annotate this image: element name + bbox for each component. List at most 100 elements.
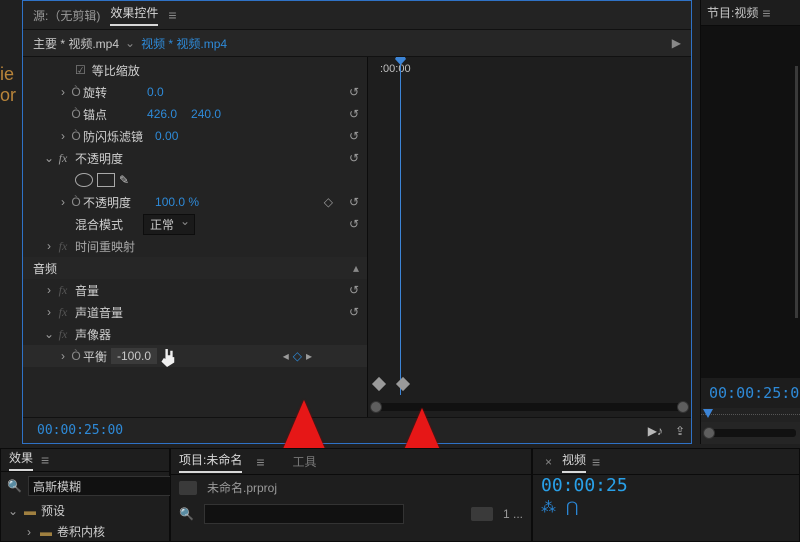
stopwatch-icon[interactable]: Ò: [69, 107, 83, 121]
ellipse-mask-icon[interactable]: [75, 173, 93, 187]
effect-controls-footer: 00:00:25:00 ▶♪ ⇪: [23, 417, 691, 443]
keyframe-marker[interactable]: [372, 377, 386, 391]
panel-menu-icon[interactable]: ≡: [41, 452, 49, 468]
sequence-clip-label[interactable]: 视频 * 视频.mp4: [141, 35, 227, 52]
convolution-folder[interactable]: › ▬ 卷积内核: [1, 521, 169, 542]
zoom-handle-left[interactable]: [703, 427, 715, 439]
blend-dropdown[interactable]: 正常: [143, 214, 195, 235]
sequence-timecode[interactable]: 00:00:25: [533, 475, 799, 496]
twirl-icon[interactable]: ›: [23, 525, 35, 539]
tab-source[interactable]: 源:（无剪辑): [33, 7, 100, 24]
keyframe-marker[interactable]: [396, 377, 410, 391]
twirl-open-icon[interactable]: ⌄: [43, 327, 55, 341]
zoom-handle-right[interactable]: [677, 401, 689, 413]
stopwatch-icon[interactable]: Ò: [69, 129, 83, 143]
close-tab-icon[interactable]: ×: [541, 455, 556, 469]
reset-icon[interactable]: ↺: [349, 129, 359, 143]
program-playhead[interactable]: [703, 409, 713, 418]
twirl-icon[interactable]: ›: [57, 129, 69, 143]
twirl-icon[interactable]: ›: [43, 239, 55, 253]
twirl-icon[interactable]: ›: [57, 195, 69, 209]
stopwatch-icon[interactable]: Ò: [69, 349, 83, 363]
caret-down-icon[interactable]: ⌄: [125, 36, 135, 50]
current-timecode[interactable]: 00:00:25:00: [29, 419, 131, 442]
panel-menu-icon[interactable]: ≡: [592, 454, 600, 470]
snap-icon[interactable]: ⁂: [541, 498, 556, 516]
rotation-value[interactable]: 0.0: [147, 85, 164, 99]
scrollbar[interactable]: [795, 66, 798, 318]
add-keyframe-icon[interactable]: ◇: [293, 349, 302, 363]
reset-icon[interactable]: ↺: [349, 305, 359, 319]
reset-icon[interactable]: ↺: [349, 85, 359, 99]
program-timecode[interactable]: 00:00:25:0: [701, 378, 800, 408]
fx-icon[interactable]: fx: [55, 151, 71, 166]
opacity-group-row[interactable]: ⌄ fx 不透明度 ↺: [23, 147, 367, 169]
tab-sequence[interactable]: 视频: [562, 451, 586, 473]
twirl-icon[interactable]: ›: [57, 349, 69, 363]
reset-icon[interactable]: ↺: [349, 283, 359, 297]
fx-disabled-icon[interactable]: fx: [55, 239, 71, 254]
time-remap-row[interactable]: › fx 时间重映射: [23, 235, 367, 257]
magnet-icon[interactable]: ⋂: [566, 498, 578, 516]
tab-effects[interactable]: 效果: [9, 449, 33, 471]
twirl-icon[interactable]: ›: [43, 283, 55, 297]
next-keyframe-icon[interactable]: ▸: [306, 349, 312, 363]
twirl-open-icon[interactable]: ⌄: [7, 504, 19, 518]
keyframe-navigator[interactable]: ◂ ◇ ▸: [283, 349, 312, 363]
program-zoom-bar[interactable]: [701, 422, 800, 444]
antiflicker-value[interactable]: 0.00: [155, 129, 178, 143]
effect-timeline[interactable]: :00:00: [368, 57, 691, 417]
anchor-x[interactable]: 426.0: [147, 107, 177, 121]
audio-header-label: 音频: [33, 260, 57, 277]
keyframe-toggle-icon[interactable]: ◇: [324, 195, 333, 209]
master-clip-label[interactable]: 主要 * 视频.mp4: [33, 35, 119, 52]
prev-keyframe-icon[interactable]: ◂: [283, 349, 289, 363]
effects-search-input[interactable]: [28, 476, 193, 496]
reset-icon[interactable]: ↺: [349, 107, 359, 121]
zoom-handle-left[interactable]: [370, 401, 382, 413]
reset-icon[interactable]: ↺: [349, 217, 359, 231]
presets-folder[interactable]: ⌄ ▬ 预设: [1, 500, 169, 521]
reset-icon[interactable]: ↺: [349, 195, 359, 209]
blend-label: 混合模式: [75, 216, 123, 233]
play-only-icon[interactable]: ▶: [672, 36, 681, 50]
fx-disabled-icon[interactable]: fx: [55, 305, 71, 320]
opacity-value[interactable]: 100.0 %: [155, 195, 199, 209]
project-search-input[interactable]: [204, 504, 404, 524]
rect-mask-icon[interactable]: [97, 173, 115, 187]
fx-disabled-icon[interactable]: fx: [55, 327, 71, 342]
panel-menu-icon[interactable]: ≡: [168, 7, 176, 23]
tab-tools[interactable]: 工具: [293, 453, 317, 470]
fx-disabled-icon[interactable]: fx: [55, 283, 71, 298]
project-panel: 项目:未命名 ≡ 工具 未命名.prproj 🔍 1 ...: [170, 448, 532, 542]
effect-controls-panel: 源:（无剪辑) 效果控件 ≡ 主要 * 视频.mp4 ⌄ 视频 * 视频.mp4…: [22, 0, 692, 444]
stopwatch-icon[interactable]: Ò: [69, 195, 83, 209]
checkbox-icon[interactable]: ☑: [75, 63, 86, 77]
pen-mask-icon[interactable]: ✎: [119, 173, 129, 187]
program-tab[interactable]: 节目:视频 ≡: [701, 0, 800, 26]
tab-project[interactable]: 项目:未命名: [179, 451, 242, 473]
panner-row[interactable]: ⌄ fx 声像器: [23, 323, 367, 345]
program-scrubber[interactable]: [701, 408, 800, 422]
channel-volume-row[interactable]: › fx 声道音量 ↺: [23, 301, 367, 323]
program-viewer[interactable]: [701, 26, 800, 378]
twirl-icon[interactable]: ›: [57, 85, 69, 99]
twirl-open-icon[interactable]: ⌄: [43, 151, 55, 165]
new-bin-icon[interactable]: [471, 507, 493, 521]
project-search-row: 🔍 1 ...: [171, 500, 531, 528]
stopwatch-icon[interactable]: Ò: [69, 85, 83, 99]
panel-menu-icon[interactable]: ≡: [256, 454, 264, 470]
playhead[interactable]: [400, 57, 401, 395]
volume-row[interactable]: › fx 音量 ↺: [23, 279, 367, 301]
export-frame-icon[interactable]: ⇪: [675, 424, 685, 438]
loop-play-icon[interactable]: ▶♪: [648, 424, 663, 438]
channel-volume-label: 声道音量: [75, 304, 123, 321]
twirl-icon[interactable]: ›: [43, 305, 55, 319]
reset-icon[interactable]: ↺: [349, 151, 359, 165]
audio-section-header[interactable]: 音频 ▴: [23, 257, 367, 279]
collapse-icon[interactable]: ▴: [353, 261, 367, 275]
anchor-y[interactable]: 240.0: [191, 107, 221, 121]
balance-value[interactable]: -100.0: [117, 349, 151, 363]
tab-effect-controls[interactable]: 效果控件: [110, 4, 158, 26]
panel-menu-icon[interactable]: ≡: [762, 5, 770, 21]
